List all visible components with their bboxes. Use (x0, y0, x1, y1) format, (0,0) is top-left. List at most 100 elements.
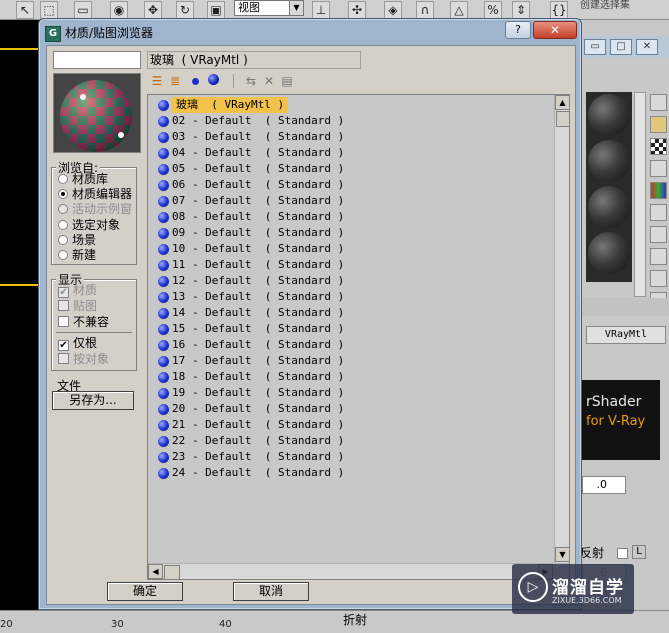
scroll-thumb[interactable] (164, 565, 180, 579)
checkbox[interactable] (58, 316, 69, 327)
spinner-snap-icon[interactable]: ⇕ (512, 1, 530, 19)
diffuse-spinner[interactable]: .0 (582, 476, 626, 494)
scroll-up-icon[interactable]: ▲ (555, 95, 569, 110)
video-color-check-icon[interactable] (650, 182, 667, 199)
sample-slot[interactable] (588, 186, 630, 228)
radio-button[interactable] (58, 174, 68, 184)
percent-snap-icon[interactable]: % (484, 1, 502, 19)
horizontal-scrollbar[interactable]: ◀ ▶ (148, 563, 569, 579)
sample-uv-icon[interactable] (650, 160, 667, 177)
scroll-left-icon[interactable]: ◀ (148, 564, 163, 579)
reflect-row: 反射 L (580, 544, 669, 562)
browser-view-toolbar: ☰ ≣ ⇆ ✕ ▤ (147, 71, 347, 91)
make-preview-icon[interactable] (650, 204, 667, 221)
vertical-scrollbar[interactable]: ▲ ▼ (554, 95, 569, 563)
browse-option-mtl-editor[interactable]: 材质编辑器 (58, 187, 132, 202)
sample-type-icon[interactable] (650, 94, 667, 111)
scale-icon[interactable]: ▣ (207, 1, 225, 19)
viewport[interactable] (0, 20, 38, 610)
view-list-icon[interactable]: ☰ (149, 73, 165, 89)
viewport-grid-line (0, 48, 38, 50)
reflect-lock-button[interactable]: L (632, 545, 646, 559)
material-sphere-icon (158, 212, 169, 223)
show-option-root-only[interactable]: ✔ 仅根 (58, 336, 97, 351)
angle-snap-icon[interactable]: △ (450, 1, 468, 19)
radio-button[interactable] (58, 189, 68, 199)
material-sphere-icon (158, 292, 169, 303)
app-icon: G (45, 26, 61, 42)
view-large-icons-icon[interactable] (205, 73, 221, 89)
browse-option-scene[interactable]: 场景 (58, 233, 96, 248)
material-sphere-icon (158, 244, 169, 255)
sample-slots (586, 92, 632, 282)
material-sphere-icon (158, 372, 169, 383)
options-icon[interactable] (650, 226, 667, 243)
select-by-material-icon[interactable] (650, 248, 667, 265)
material-type-button[interactable]: VRayMtl (586, 326, 666, 344)
dialog-body: 浏览自: 材质库 材质编辑器 活动示例窗 选定对象 场景 新建 显示 ✔ 材质 贴… (46, 45, 576, 605)
close-icon[interactable]: ✕ (636, 39, 658, 55)
material-name: 22 - Default ( Standard ) (172, 434, 345, 447)
reference-coord-value: 视图 (238, 1, 260, 14)
show-option-incompatible[interactable]: 不兼容 (58, 315, 109, 330)
radio-button[interactable] (58, 250, 68, 260)
ruler-tick-label: 30 (111, 619, 124, 630)
browse-option-selected[interactable]: 选定对象 (58, 218, 120, 233)
move-icon[interactable]: ✥ (144, 1, 162, 19)
name-field[interactable] (53, 51, 141, 69)
preview-highlight (118, 132, 124, 138)
minimize-icon[interactable]: ▭ (584, 39, 606, 55)
maximize-icon[interactable]: □ (610, 39, 632, 55)
material-navigator-icon[interactable] (650, 270, 667, 287)
checkbox[interactable]: ✔ (58, 340, 69, 351)
snap-toggle-icon[interactable]: ∩ (416, 1, 434, 19)
window-crossing-icon[interactable]: ◉ (110, 1, 128, 19)
material-name: 17 - Default ( Standard ) (172, 354, 345, 367)
material-sphere-icon (158, 164, 169, 175)
background-checker-icon[interactable] (650, 138, 667, 155)
scroll-thumb[interactable] (556, 111, 569, 127)
view-small-icons-icon[interactable] (187, 73, 203, 89)
radio-button[interactable] (58, 235, 68, 245)
close-button[interactable]: ✕ (533, 21, 577, 39)
sample-slot[interactable] (588, 232, 630, 274)
clear-library-icon[interactable]: ▤ (279, 73, 295, 89)
ruler-tick-label: 40 (219, 619, 232, 630)
scroll-down-icon[interactable]: ▼ (555, 547, 569, 562)
named-selection-set[interactable]: 创建选择集 (580, 0, 669, 14)
option-label: 不兼容 (73, 315, 110, 329)
ok-button[interactable]: 确定 (107, 582, 183, 601)
select-region-icon[interactable]: ⬚ (40, 1, 58, 19)
cancel-button[interactable]: 取消 (233, 582, 309, 601)
help-button[interactable]: ? (505, 21, 531, 39)
reference-coord-dropdown[interactable]: 视图 ▼ (234, 0, 304, 16)
backlight-icon[interactable] (650, 116, 667, 133)
reflect-checkbox[interactable] (617, 548, 628, 559)
update-scene-icon[interactable]: ⇆ (243, 73, 259, 89)
material-list-box: 玻璃 ( VRayMtl ) 02 - Default ( Standard ) 0… (147, 94, 570, 580)
browse-option-library[interactable]: 材质库 (58, 172, 108, 187)
material-name: 03 - Default ( Standard ) (172, 130, 345, 143)
sample-slot[interactable] (588, 140, 630, 182)
delete-icon[interactable]: ✕ (261, 73, 277, 89)
preview-highlight (80, 94, 86, 100)
sample-slots-scrollbar[interactable] (634, 92, 646, 297)
material-sphere-icon (158, 340, 169, 351)
browse-option-new[interactable]: 新建 (58, 248, 96, 263)
material-name: 09 - Default ( Standard ) (172, 226, 345, 239)
view-list-icons-icon[interactable]: ≣ (167, 73, 183, 89)
rect-select-icon[interactable]: ▭ (74, 1, 92, 19)
select-manipulate-icon[interactable]: ✣ (348, 1, 366, 19)
named-selection-icon[interactable]: {} (550, 1, 568, 19)
checkbox (58, 300, 69, 311)
radio-button[interactable] (58, 220, 68, 230)
rotate-icon[interactable]: ↻ (176, 1, 194, 19)
material-sphere-icon (158, 324, 169, 335)
save-as-button[interactable]: 另存为... (52, 391, 134, 410)
material-editor-lower-toolbar (580, 298, 669, 316)
keyboard-shortcut-icon[interactable]: ◈ (384, 1, 402, 19)
sample-slot[interactable] (588, 94, 630, 136)
pivot-icon[interactable]: ⊥ (312, 1, 330, 19)
select-arrow-icon[interactable]: ↖ (16, 1, 34, 19)
option-label: 场景 (72, 233, 97, 247)
